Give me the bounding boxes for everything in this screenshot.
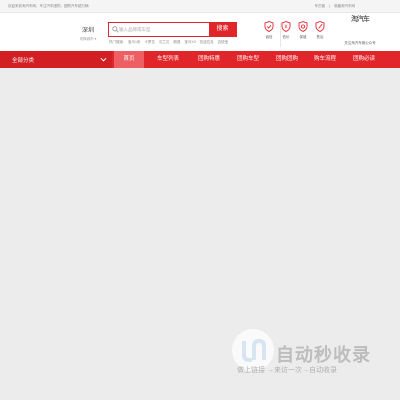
service-label: 售后 [316,35,324,39]
hot-search-link[interactable]: 宝马1系 [128,40,140,44]
nav-item-group-models[interactable]: 团购车型 [230,51,266,68]
hot-search-link[interactable]: 朗逸 [173,40,180,44]
top-bar: 欢迎来到淘汽车网，专注汽车团购，团购汽车超万辆 车巴客 | 收藏淘汽车网 [0,0,400,13]
hot-search-link[interactable]: 迈锐宝 [218,40,229,44]
wrench-icon [315,21,325,32]
service-after-sales: 售后 [310,21,330,40]
top-link-divider: | [329,4,331,8]
price-icon: ¥ [281,21,291,32]
search-button[interactable]: 搜索 [208,21,237,37]
city-name: 深圳 [81,28,94,34]
search-box: 搜索 [108,21,237,37]
top-links: 车巴客 | 收藏淘汽车网 [312,4,355,9]
shield-check-icon [264,21,274,32]
hot-search-link[interactable]: 凯迪拉克 [200,40,214,44]
main-nav: 全部分类 首页 车型列表 团购特惠 团购车型 团购团购 购车流程 团购必读 [0,51,400,68]
top-link[interactable]: 收藏淘汽车网 [334,4,355,8]
nav-item-group-deals[interactable]: 团购特惠 [191,51,227,68]
shield-icon [298,21,308,32]
nav-item-group-buy[interactable]: 团购团购 [269,51,305,68]
welcome-text: 欢迎来到淘汽车网，专注汽车团购，团购汽车超万辆 [8,4,89,8]
all-categories-menu[interactable]: 全部分类 [0,51,112,68]
hot-search-link[interactable]: 卡罗拉 [144,40,155,44]
svg-text:¥: ¥ [284,25,287,31]
top-link[interactable]: 车巴客 [315,4,326,8]
switch-city-link[interactable]: 切换城市 ▾ [76,37,100,42]
hot-searches: 热门搜索: 宝马1系 卡罗拉 汉兰达 朗逸 宝马X3 凯迪拉克 迈锐宝 [109,40,231,45]
hot-search-link[interactable]: 汉兰达 [159,40,170,44]
chevron-down-icon [100,57,107,62]
watermark-title: 自动秒收录 [276,345,371,365]
watermark: 自动秒收录 做上链接 →来访一次→自动收录 [232,329,392,384]
search-icon [112,26,119,33]
qr-code-image: 淘汽车 [351,15,370,23]
qr-caption: 关注淘汽车微公众号 [344,41,376,45]
nav-item-buying-process[interactable]: 购车流程 [307,51,343,68]
header: 深圳 切换城市 ▾ 搜索 热门搜索: 宝马1系 卡罗拉 汉兰达 朗逸 宝马X3 … [0,13,400,51]
city-selector[interactable]: 深圳 切换城市 ▾ [76,25,100,42]
watermark-subtitle: 做上链接 →来访一次→自动收录 [237,367,337,374]
nav-item-car-list[interactable]: 车型列表 [150,51,186,68]
hot-search-link[interactable]: 宝马X3 [184,40,195,44]
nav-item-must-read[interactable]: 团购必读 [346,51,382,68]
qr-code-block: 淘汽车 关注淘汽车微公众号 [342,15,378,46]
all-categories-label: 全部分类 [12,58,35,64]
nav-item-home[interactable]: 首页 [114,51,144,68]
hot-search-label: 热门搜索: [109,40,124,44]
search-input[interactable] [119,24,209,35]
